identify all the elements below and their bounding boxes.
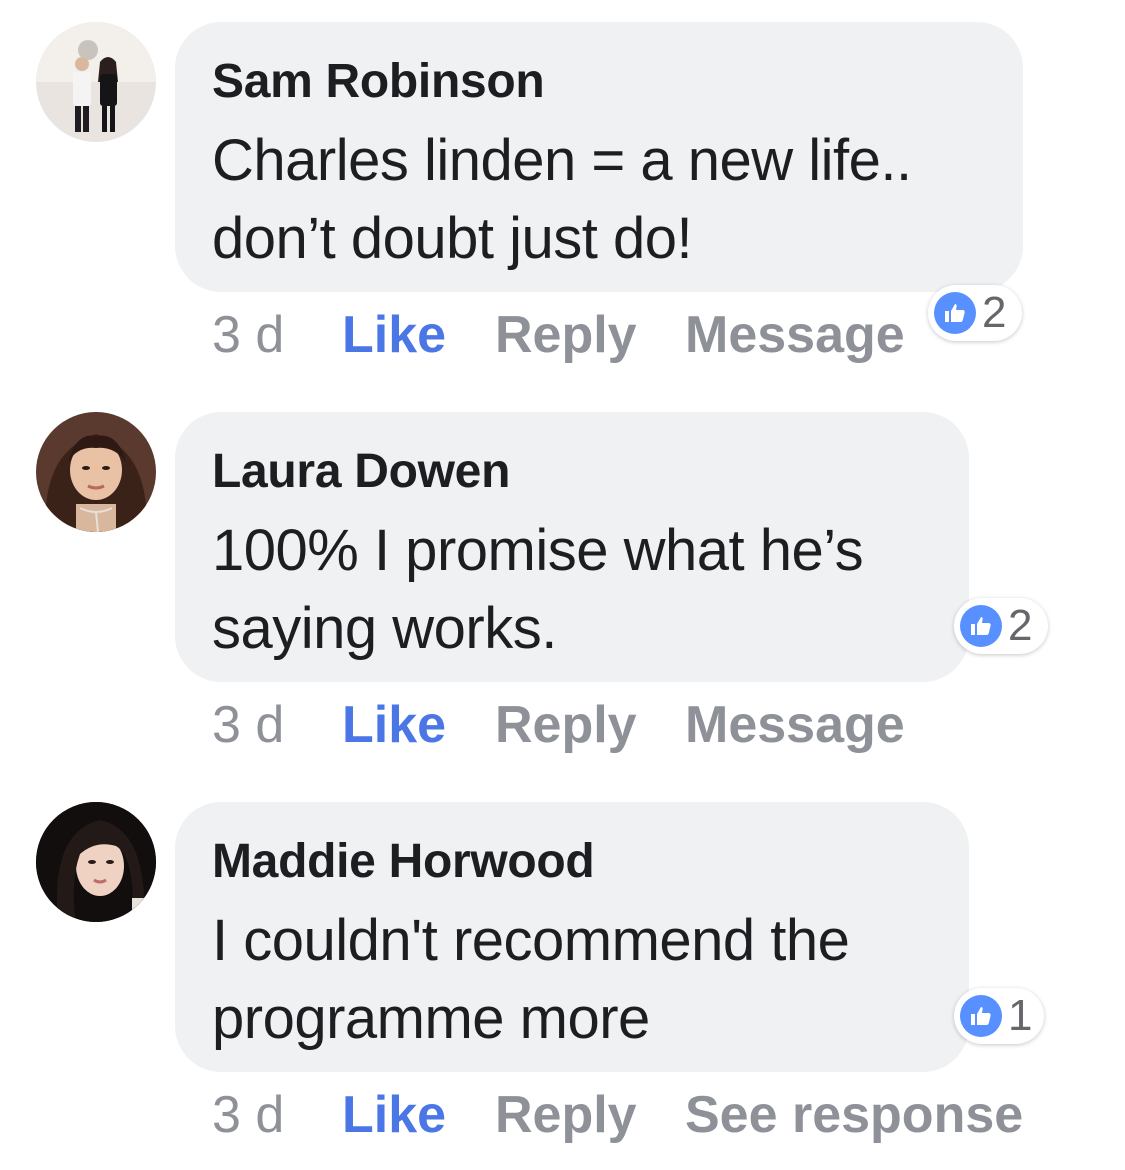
comment-text-line: saying works. xyxy=(212,596,557,661)
reaction-count: 2 xyxy=(982,288,1007,337)
see-response-button[interactable]: See response xyxy=(685,1085,1023,1145)
comment-timestamp: 3 d xyxy=(212,696,285,754)
reply-button[interactable]: Reply xyxy=(495,695,637,755)
comment-timestamp: 3 d xyxy=(212,306,285,364)
reaction-count: 1 xyxy=(1008,991,1033,1040)
avatar[interactable] xyxy=(36,802,156,922)
profile-photo-icon xyxy=(36,412,156,532)
thumbs-up-icon xyxy=(960,995,1002,1037)
comment-item: Sam Robinson Charles linden = a new life… xyxy=(0,0,1125,390)
reaction-count: 2 xyxy=(1008,601,1033,650)
comment-item: Maddie Horwood I couldn't recommend the … xyxy=(0,780,1125,1170)
comment-text: I couldn't recommend the programme more xyxy=(212,902,850,1058)
comment-text-line: programme more xyxy=(212,986,650,1051)
reply-button[interactable]: Reply xyxy=(495,305,637,365)
like-button[interactable]: Like xyxy=(342,695,446,755)
comment-text-line: I couldn't recommend the xyxy=(212,908,850,973)
comment-author[interactable]: Maddie Horwood xyxy=(212,834,595,889)
comment-text-line: Charles linden = a new life.. xyxy=(212,128,912,193)
message-button[interactable]: Message xyxy=(685,695,905,755)
thumbs-up-icon xyxy=(960,605,1002,647)
profile-photo-icon xyxy=(36,22,156,142)
profile-photo-icon xyxy=(36,802,156,922)
comment-text: 100% I promise what he’s saying works. xyxy=(212,512,864,668)
comment-bubble: Sam Robinson Charles linden = a new life… xyxy=(175,22,1023,292)
comment-bubble: Maddie Horwood I couldn't recommend the … xyxy=(175,802,969,1072)
reply-button[interactable]: Reply xyxy=(495,1085,637,1145)
reaction-summary[interactable]: 1 xyxy=(954,988,1044,1044)
comment-item: Laura Dowen 100% I promise what he’s say… xyxy=(0,390,1125,780)
avatar[interactable] xyxy=(36,22,156,142)
comment-author[interactable]: Laura Dowen xyxy=(212,444,510,499)
comment-timestamp: 3 d xyxy=(212,1086,285,1144)
avatar[interactable] xyxy=(36,412,156,532)
reaction-summary[interactable]: 2 xyxy=(928,285,1022,341)
comment-author[interactable]: Sam Robinson xyxy=(212,54,545,109)
thumbs-up-icon xyxy=(934,292,976,334)
like-button[interactable]: Like xyxy=(342,1085,446,1145)
comment-text: Charles linden = a new life.. don’t doub… xyxy=(212,122,912,278)
comment-bubble: Laura Dowen 100% I promise what he’s say… xyxy=(175,412,969,682)
reaction-summary[interactable]: 2 xyxy=(954,598,1048,654)
comment-text-line: don’t doubt just do! xyxy=(212,206,693,271)
like-button[interactable]: Like xyxy=(342,305,446,365)
comment-text-line: 100% I promise what he’s xyxy=(212,518,864,583)
message-button[interactable]: Message xyxy=(685,305,905,365)
